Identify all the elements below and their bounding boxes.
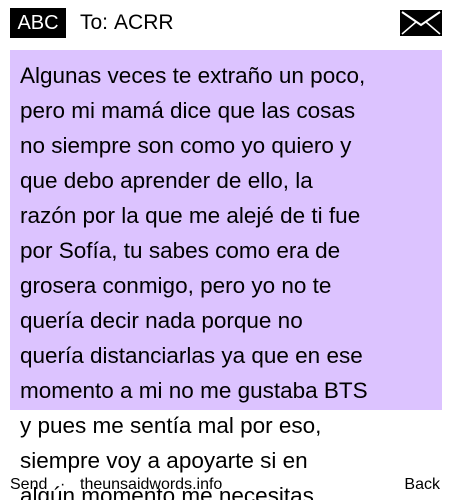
recipient-field[interactable]: To: ACRR	[80, 8, 174, 38]
envelope-icon	[400, 10, 442, 36]
input-mode-badge[interactable]: ABC	[10, 8, 66, 38]
sms-compose-screen: ABC To: ACRR Algunas veces te extraño un …	[0, 0, 450, 500]
softkey-separator: ·	[60, 476, 66, 493]
to-label: To:	[80, 11, 109, 34]
compose-header: ABC To: ACRR	[0, 0, 450, 46]
message-body-area[interactable]: Algunas veces te extraño un poco, pero m…	[0, 50, 450, 500]
send-softkey[interactable]: Send	[10, 474, 47, 496]
back-softkey[interactable]: Back	[404, 474, 440, 496]
site-credit: theunsaidwords.info	[80, 476, 223, 493]
recipient-name: ACRR	[114, 11, 174, 34]
softkey-bar: Send · theunsaidwords.info Back	[0, 474, 450, 496]
message-text[interactable]: Algunas veces te extraño un poco, pero m…	[20, 58, 438, 500]
